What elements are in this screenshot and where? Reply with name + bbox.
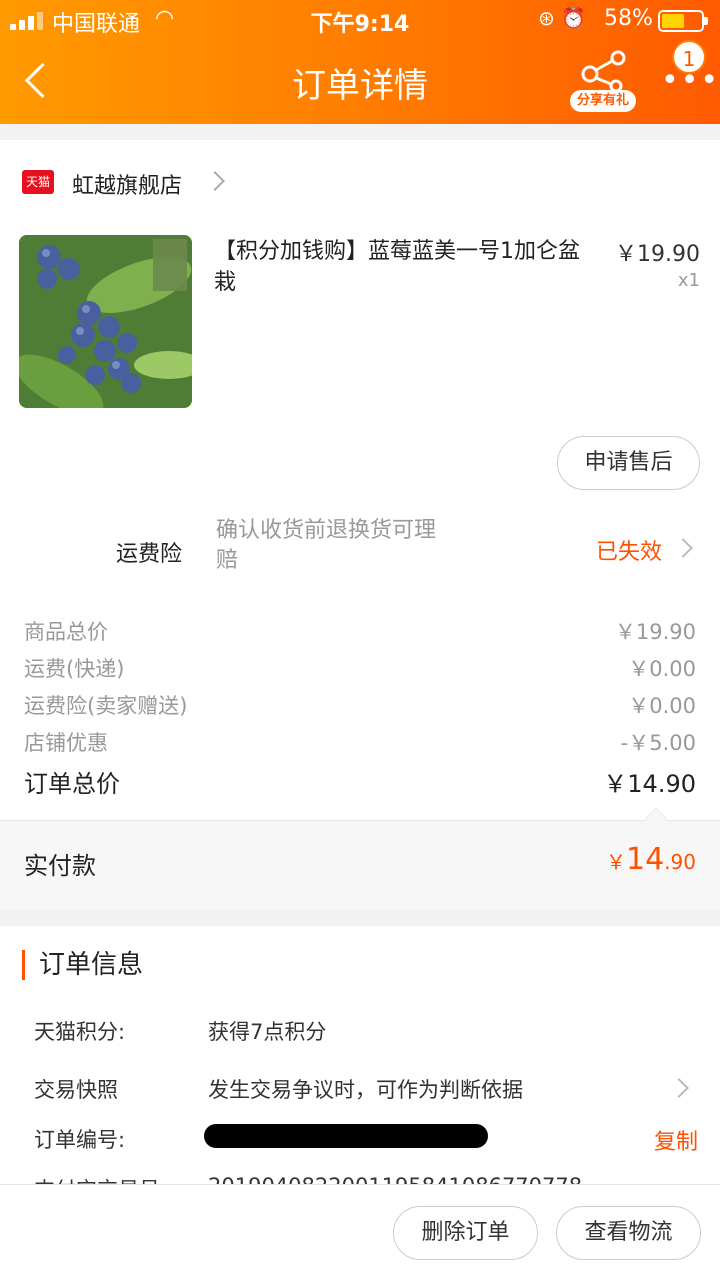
info-row-points: 天猫积分: 获得7点积分 bbox=[34, 1016, 698, 1050]
order-info-title: 订单信息 bbox=[22, 950, 143, 980]
paid-integer: 14 bbox=[626, 842, 665, 877]
bottom-action-bar: 删除订单 查看物流 bbox=[0, 1184, 720, 1280]
view-logistics-button[interactable]: 查看物流 bbox=[556, 1206, 701, 1260]
fee-row: 运费(快递) ￥0.00 bbox=[24, 653, 696, 685]
battery-percent: 58% bbox=[604, 6, 653, 31]
order-total-label: 订单总价 bbox=[24, 770, 120, 798]
order-card: 天猫 虹越旗舰店 【积分加钱购】蓝莓蓝美一号1加仑盆栽 ￥19.90 x1 申请… bbox=[0, 140, 720, 910]
fee-label: 运费险(卖家赠送) bbox=[24, 694, 188, 718]
fee-label: 店铺优惠 bbox=[24, 731, 108, 755]
store-name: 虹越旗舰店 bbox=[72, 174, 183, 199]
info-key: 订单编号: bbox=[34, 1128, 126, 1152]
info-key: 交易快照 bbox=[34, 1078, 118, 1102]
shipping-insurance-status[interactable]: 已失效 bbox=[596, 534, 662, 566]
paid-decimal: .90 bbox=[664, 850, 696, 874]
fee-value: -￥5.00 bbox=[620, 731, 696, 755]
info-row-order-number: 订单编号: 复制 bbox=[34, 1124, 698, 1158]
paid-currency: ￥ bbox=[606, 850, 626, 874]
fee-value: ￥19.90 bbox=[614, 620, 696, 644]
alarm-icon: ⊛ ⏰ bbox=[538, 6, 587, 30]
shipping-insurance-label: 运费险 bbox=[116, 542, 183, 567]
order-total-row: 订单总价 ￥14.90 bbox=[24, 764, 696, 800]
product-title[interactable]: 【积分加钱购】蓝莓蓝美一号1加仑盆栽 bbox=[214, 236, 589, 298]
share-button[interactable]: 分享有礼 bbox=[570, 50, 636, 112]
fee-label: 商品总价 bbox=[24, 620, 108, 644]
info-value: 发生交易争议时，可作为判断依据 bbox=[208, 1078, 523, 1102]
paid-amount-section: 实付款 ￥14.90 bbox=[0, 807, 720, 910]
product-quantity: x1 bbox=[677, 270, 700, 291]
battery-fill bbox=[662, 14, 684, 28]
notification-badge: 1 bbox=[672, 40, 706, 74]
header-bar: 中国联通 ◠ 下午9:14 ⊛ ⏰ 58% 订单详情 分享有礼 ••• 1 bbox=[0, 0, 720, 124]
product-price: ￥19.90 bbox=[615, 242, 700, 267]
share-label: 分享有礼 bbox=[570, 90, 636, 112]
fee-row: 运费险(卖家赠送) ￥0.00 bbox=[24, 690, 696, 722]
product-image[interactable] bbox=[19, 235, 192, 408]
paid-value: ￥14.90 bbox=[606, 842, 696, 877]
info-row-snapshot[interactable]: 交易快照 发生交易争议时，可作为判断依据 bbox=[34, 1074, 698, 1108]
redacted-order-number bbox=[204, 1124, 488, 1148]
status-bar: 中国联通 ◠ 下午9:14 ⊛ ⏰ 58% bbox=[0, 0, 720, 40]
after-sale-button[interactable]: 申请售后 bbox=[557, 436, 700, 490]
copy-button[interactable]: 复制 bbox=[654, 1124, 698, 1156]
fee-row: 商品总价 ￥19.90 bbox=[24, 616, 696, 648]
fee-row: 店铺优惠 -￥5.00 bbox=[24, 727, 696, 759]
fee-label: 运费(快递) bbox=[24, 657, 125, 681]
shipping-insurance-description: 确认收货前退换货可理赔 bbox=[216, 518, 437, 573]
tmall-logo: 天猫 bbox=[22, 170, 54, 194]
fee-value: ￥0.00 bbox=[628, 694, 696, 718]
paid-label: 实付款 bbox=[24, 852, 96, 880]
chevron-right-icon[interactable] bbox=[673, 538, 693, 558]
fee-value: ￥0.00 bbox=[628, 657, 696, 681]
share-icon bbox=[581, 50, 626, 93]
info-key: 天猫积分: bbox=[34, 1020, 126, 1044]
order-total-value: ￥14.90 bbox=[603, 770, 696, 798]
delete-order-button[interactable]: 删除订单 bbox=[393, 1206, 538, 1260]
order-info-card: 订单信息 天猫积分: 获得7点积分 交易快照 发生交易争议时，可作为判断依据 订… bbox=[0, 926, 720, 1186]
chevron-right-icon bbox=[669, 1078, 689, 1098]
chevron-right-icon bbox=[205, 171, 225, 191]
battery-icon bbox=[658, 10, 708, 32]
blueberry-photo bbox=[19, 235, 192, 408]
info-value: 获得7点积分 bbox=[208, 1020, 327, 1044]
more-icon: ••• bbox=[661, 63, 720, 98]
